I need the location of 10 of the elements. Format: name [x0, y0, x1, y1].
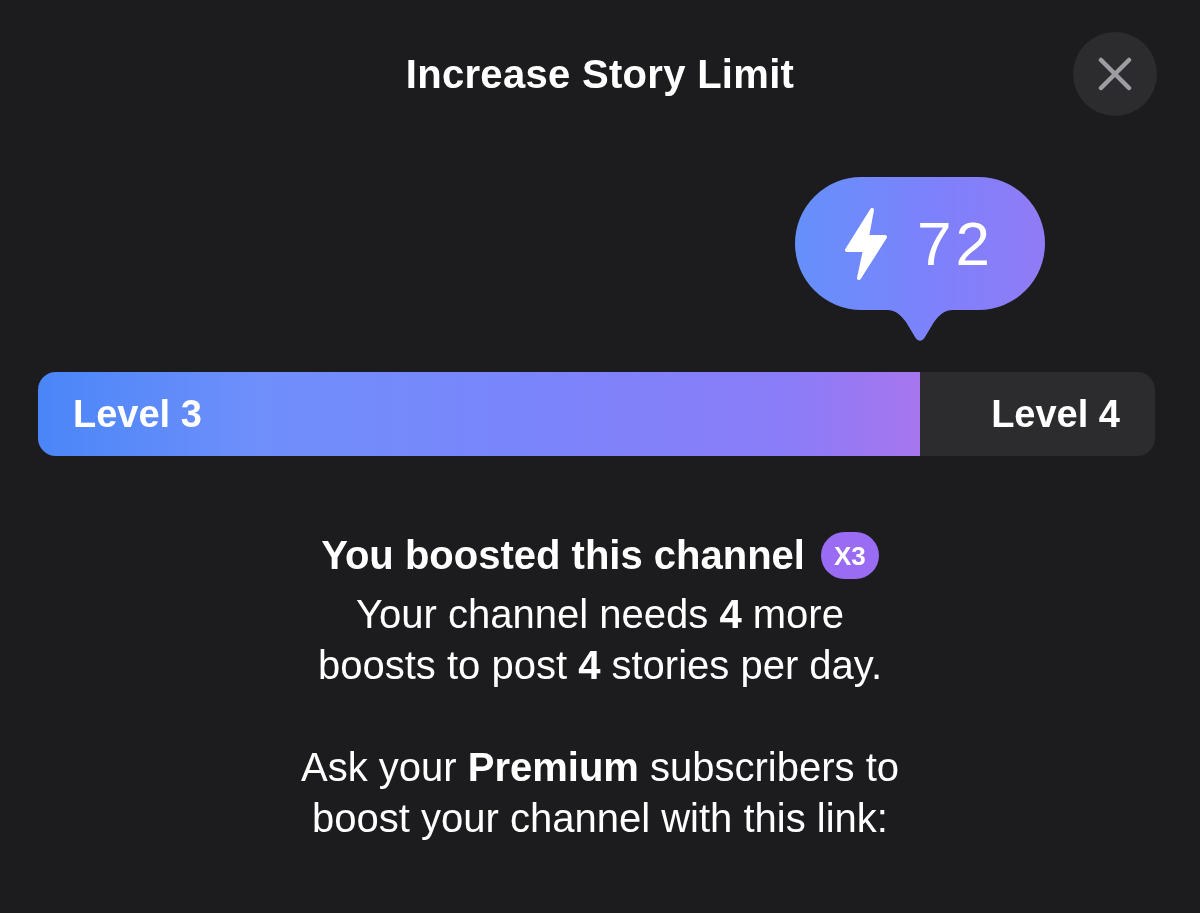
current-level-label: Level 3	[73, 392, 202, 437]
description-text: Your channel needs 4 more boosts to post 4 stories per day.	[317, 591, 883, 689]
lightning-bolt-icon	[842, 206, 889, 281]
close-icon	[1098, 57, 1132, 91]
description-text: Ask your Premium subscribers to boost your channel with this link:	[300, 744, 900, 842]
boost-count: 72	[916, 208, 994, 279]
next-level-label: Level 4	[991, 392, 1120, 437]
boost-status-heading: You boosted this channel	[321, 532, 805, 579]
boost-multiplier-badge: X3	[820, 532, 879, 579]
dialog-title: Increase Story Limit	[405, 51, 795, 98]
